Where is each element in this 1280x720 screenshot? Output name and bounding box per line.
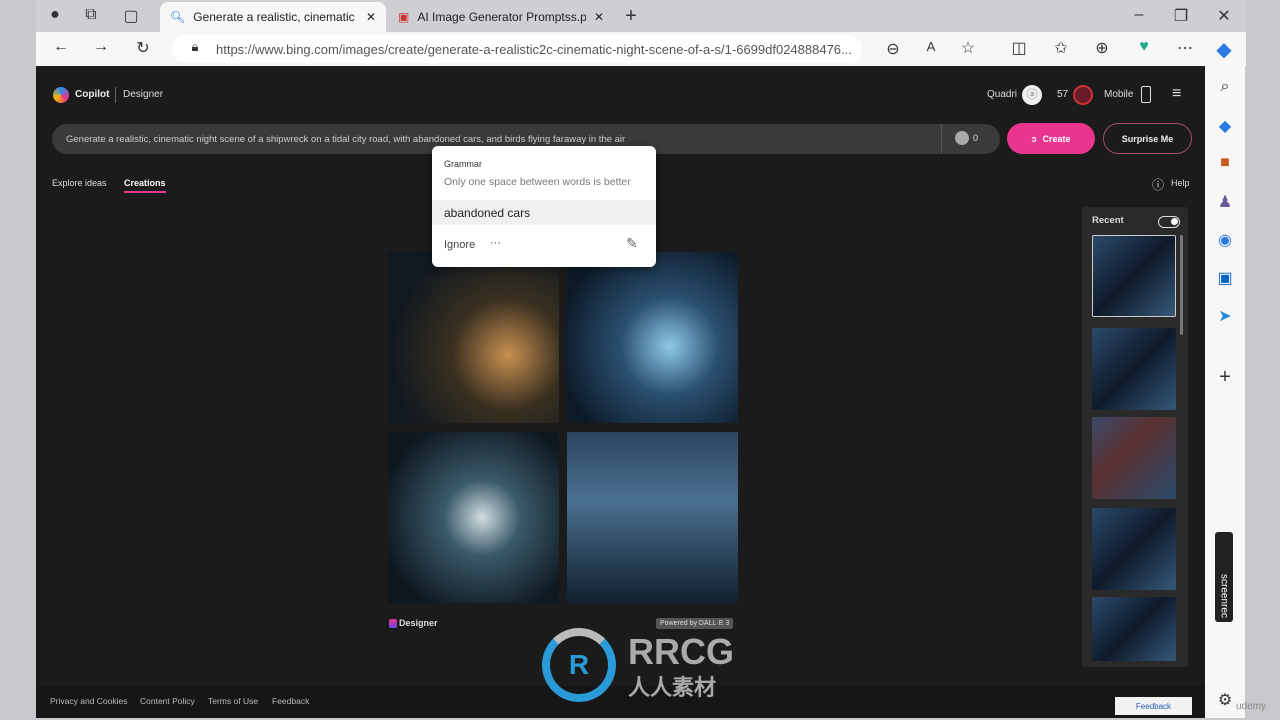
microsoft365-icon[interactable]: ◉ [1214, 230, 1236, 250]
games-icon[interactable]: ♟ [1214, 192, 1236, 212]
screenrec-badge: screenrec [1215, 532, 1233, 622]
more-icon[interactable]: ⋯ [1174, 38, 1196, 58]
restore-icon[interactable]: ❐ [1170, 6, 1192, 26]
generated-image-4[interactable] [567, 432, 738, 603]
shopping-tag-icon[interactable]: ◆ [1214, 116, 1236, 136]
grammar-popup: Grammar Only one space between words is … [432, 146, 656, 267]
favorites-icon[interactable]: ✩ [1050, 38, 1072, 58]
pdf-icon: ▣ [398, 10, 410, 24]
collections-icon[interactable]: ⊕ [1091, 38, 1113, 58]
footer-link-terms[interactable]: Terms of Use [208, 696, 258, 706]
outlook-icon[interactable]: ▣ [1214, 268, 1236, 288]
powered-by-badge: Powered by DALL·E 3 [656, 618, 734, 629]
watermark-subtext: 人人素材 [628, 675, 717, 700]
boost-icon [955, 131, 969, 145]
tab-creations[interactable]: Creations [124, 178, 166, 193]
recent-thumbnail[interactable] [1092, 417, 1176, 499]
search-icon[interactable]: ⌕ [1214, 78, 1236, 96]
watermark-logo-icon: R [542, 628, 616, 702]
grammar-suggestion[interactable]: abandoned cars [432, 200, 656, 225]
menu-icon[interactable]: ≡ [1172, 85, 1181, 103]
close-window-icon[interactable]: ✕ [1213, 6, 1235, 26]
mobile-icon[interactable] [1141, 86, 1151, 103]
tools-icon[interactable]: ■ [1214, 154, 1236, 172]
settings-icon[interactable]: ⚙ [1214, 690, 1236, 710]
profile-icon[interactable]: ● [44, 6, 66, 24]
favorite-star-icon[interactable]: ☆ [957, 38, 979, 58]
generated-image-1[interactable] [388, 252, 559, 423]
close-tab-icon[interactable]: ✕ [366, 10, 376, 24]
minimize-icon[interactable]: – [1128, 6, 1150, 24]
back-icon[interactable]: ← [50, 38, 72, 56]
designer-logo-icon [389, 619, 397, 628]
grammar-message: Only one space between words is better [444, 176, 631, 188]
send-icon[interactable]: ➤ [1214, 306, 1236, 326]
read-aloud-icon[interactable]: A [920, 39, 942, 54]
tab-pdf[interactable]: ▣ AI Image Generator Promptss.pd ✕ [388, 2, 614, 32]
generated-image-3[interactable] [388, 432, 559, 603]
feedback-button[interactable]: Feedback [1115, 697, 1192, 715]
copilot-icon[interactable]: ◆ [1213, 37, 1235, 62]
tab-bing[interactable]: 🔍︎ Generate a realistic, cinematic nic ✕ [160, 2, 386, 32]
search-icon: 🔍︎ [170, 10, 186, 24]
brand-name[interactable]: Copilot [75, 89, 109, 100]
footer-link-privacy[interactable]: Privacy and Cookies [50, 696, 127, 706]
mobile-link[interactable]: Mobile [1104, 89, 1133, 100]
create-icon: ↄ [1031, 133, 1037, 144]
help-link[interactable]: Help [1171, 178, 1190, 188]
recent-thumbnail[interactable] [1092, 508, 1176, 590]
footer-link-content-policy[interactable]: Content Policy [140, 696, 195, 706]
footer-link-feedback[interactable]: Feedback [272, 696, 309, 706]
tab-explore-ideas[interactable]: Explore ideas [52, 178, 107, 188]
tab-actions-icon[interactable]: ▢ [120, 6, 142, 26]
recent-label: Recent [1092, 215, 1124, 226]
help-icon[interactable]: ⓘ [1152, 176, 1164, 193]
new-tab-icon[interactable]: + [620, 5, 642, 28]
copilot-logo-icon [53, 87, 69, 103]
refresh-icon[interactable]: ↻ [132, 38, 154, 58]
add-icon[interactable]: + [1214, 366, 1236, 389]
zoom-icon[interactable]: ⊖ [882, 39, 904, 59]
recent-thumbnail[interactable] [1092, 235, 1176, 317]
more-options-button[interactable]: ··· [490, 237, 501, 249]
forward-icon[interactable]: → [90, 38, 112, 56]
avatar[interactable]: ⓐ [1022, 85, 1042, 105]
editor-pen-icon[interactable]: ✎ [626, 235, 638, 252]
create-button[interactable]: ↄ Create [1007, 123, 1095, 154]
workspaces-icon[interactable]: ⧉ [80, 6, 102, 24]
browser-essentials-icon[interactable]: ♥ [1133, 38, 1155, 56]
divider [115, 87, 116, 103]
surprise-me-button[interactable]: Surprise Me [1103, 123, 1192, 154]
ignore-button[interactable]: Ignore [444, 239, 475, 251]
url-input[interactable]: https://www.bing.com/images/create/gener… [172, 35, 862, 63]
recent-thumbnail[interactable] [1092, 597, 1176, 661]
lock-icon[interactable]: 🔒︎ [184, 39, 206, 55]
udemy-watermark: udemy [1236, 701, 1267, 712]
boost-count: 0 [973, 133, 979, 143]
close-tab-icon[interactable]: ✕ [594, 10, 604, 24]
designer-label: Designer [399, 618, 438, 628]
user-name[interactable]: Quadri [987, 89, 1017, 100]
watermark-text: RRCG [628, 631, 734, 672]
coin-count: 57 [1057, 89, 1069, 100]
generated-image-2[interactable] [567, 252, 738, 423]
recent-toggle[interactable] [1158, 216, 1180, 228]
recent-thumbnail[interactable] [1092, 328, 1176, 410]
divider [941, 124, 942, 154]
grammar-title: Grammar [444, 159, 482, 169]
split-screen-icon[interactable]: ◫ [1008, 38, 1030, 58]
product-name[interactable]: Designer [123, 89, 163, 100]
rewards-icon[interactable] [1073, 85, 1093, 105]
recent-scrollbar[interactable] [1180, 235, 1183, 335]
